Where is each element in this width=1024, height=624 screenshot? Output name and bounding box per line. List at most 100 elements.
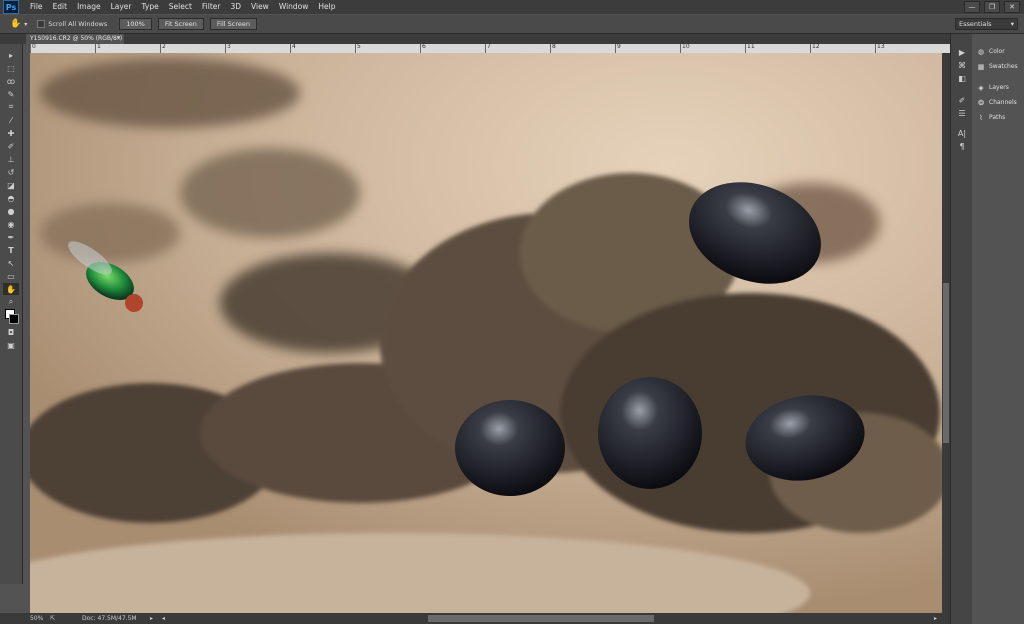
vertical-scroll-thumb[interactable] xyxy=(943,283,949,443)
brush-presets-icon[interactable]: ✐ xyxy=(954,94,970,106)
ruler-label: 13 xyxy=(877,43,885,50)
panel-paths[interactable]: ⌇ Paths xyxy=(972,110,1024,125)
brush-tool-icon[interactable]: ✐ xyxy=(3,140,19,152)
ruler-label: 8 xyxy=(552,43,556,50)
ruler-tick xyxy=(95,44,96,53)
properties-icon[interactable]: ☰ xyxy=(954,107,970,119)
menu-type[interactable]: Type xyxy=(137,0,164,14)
ruler-label: 5 xyxy=(357,43,361,50)
adjustments-icon[interactable]: ◧ xyxy=(954,72,970,84)
paragraph-icon[interactable]: ¶ xyxy=(954,140,970,152)
app-logo: Ps xyxy=(3,0,19,14)
restore-button[interactable]: ❐ xyxy=(984,1,1000,13)
lasso-tool-icon[interactable]: ꝏ xyxy=(3,75,19,87)
move-tool-icon[interactable]: ▸ xyxy=(3,49,19,61)
crop-tool-icon[interactable]: ⌗ xyxy=(3,101,19,113)
menu-3d[interactable]: 3D xyxy=(225,0,246,14)
panel-swatches[interactable]: ▦ Swatches xyxy=(972,59,1024,74)
zoom-tool-icon[interactable]: ⌕ xyxy=(3,296,19,308)
workspace-switcher[interactable]: Essentials ▾ xyxy=(955,18,1018,30)
document-canvas[interactable] xyxy=(30,53,942,613)
status-menu-icon[interactable]: ▸ xyxy=(150,613,153,624)
quick-mask-icon[interactable]: ◘ xyxy=(3,326,19,338)
ruler-label: 3 xyxy=(227,43,231,50)
menu-help[interactable]: Help xyxy=(313,0,340,14)
document-tab[interactable]: Y1S0916.CR2 @ 50% (RGB/8*) × xyxy=(26,34,124,44)
dodge-tool-icon[interactable]: ◉ xyxy=(3,218,19,230)
eyedropper-tool-icon[interactable]: ⁄ xyxy=(3,114,19,126)
ruler-tick xyxy=(485,44,486,53)
close-button[interactable]: ✕ xyxy=(1004,1,1020,13)
panel-layers[interactable]: ◈ Layers xyxy=(972,80,1024,95)
panel-swatches-label: Swatches xyxy=(989,63,1018,70)
swatches-icon: ▦ xyxy=(977,62,985,71)
close-tab-icon[interactable]: × xyxy=(116,34,121,44)
ruler-label: 7 xyxy=(487,43,491,50)
ruler-tick xyxy=(225,44,226,53)
tool-preset-dropdown-icon[interactable]: ▾ xyxy=(24,21,27,28)
ruler-label: 0 xyxy=(32,43,36,50)
scroll-right-icon[interactable]: ▸ xyxy=(934,613,937,624)
history-brush-tool-icon[interactable]: ↺ xyxy=(3,166,19,178)
document-tab-title: Y1S0916.CR2 @ 50% (RGB/8*) xyxy=(30,35,123,42)
fit-screen-button[interactable]: Fit Screen xyxy=(157,18,204,30)
menu-layer[interactable]: Layer xyxy=(106,0,137,14)
menu-filter[interactable]: Filter xyxy=(197,0,226,14)
ruler-label: 10 xyxy=(682,43,690,50)
eraser-tool-icon[interactable]: ◪ xyxy=(3,179,19,191)
fill-screen-button[interactable]: Fill Screen xyxy=(209,18,258,30)
menu-edit[interactable]: Edit xyxy=(48,0,73,14)
history-icon[interactable]: ⌘ xyxy=(954,59,970,71)
character-icon[interactable]: A| xyxy=(954,127,970,139)
ruler-tick xyxy=(615,44,616,53)
paint-bucket-tool-icon[interactable]: ◓ xyxy=(3,192,19,204)
panel-dock-icons: ▶ ⌘ ◧ ✐ ☰ A| ¶ xyxy=(950,34,974,624)
ruler-tick xyxy=(680,44,681,53)
menu-file[interactable]: File xyxy=(25,0,48,14)
ruler-label: 11 xyxy=(747,43,755,50)
vertical-scrollbar[interactable] xyxy=(942,53,950,613)
healing-brush-tool-icon[interactable]: ✚ xyxy=(3,127,19,139)
rectangle-tool-icon[interactable]: ▭ xyxy=(3,270,19,282)
ruler-tick xyxy=(745,44,746,53)
blur-tool-icon[interactable]: ● xyxy=(3,205,19,217)
minimize-button[interactable]: — xyxy=(964,1,980,13)
layers-icon: ◈ xyxy=(978,83,984,92)
quick-selection-tool-icon[interactable]: ✎ xyxy=(3,88,19,100)
type-tool-icon[interactable]: T xyxy=(3,244,19,256)
screen-mode-icon[interactable]: ▣ xyxy=(3,339,19,351)
play-icon[interactable]: ▶ xyxy=(954,46,970,58)
scroll-all-windows-checkbox[interactable] xyxy=(37,20,46,28)
horizontal-scroll-thumb[interactable] xyxy=(428,615,654,622)
zoom-level[interactable]: 50% xyxy=(30,613,43,624)
pen-tool-icon[interactable]: ✒ xyxy=(3,231,19,243)
color-icon: ◍ xyxy=(977,47,985,56)
workspace-label: Essentials xyxy=(959,20,992,28)
menu-window[interactable]: Window xyxy=(274,0,314,14)
ruler-label: 1 xyxy=(97,43,101,50)
menu-view[interactable]: View xyxy=(246,0,274,14)
panel-color[interactable]: ◍ Color xyxy=(972,44,1024,59)
hand-tool-icon[interactable]: ✋ xyxy=(3,283,19,295)
ruler-tick xyxy=(875,44,876,53)
scroll-all-windows-label: Scroll All Windows xyxy=(48,20,108,28)
panel-color-label: Color xyxy=(989,48,1005,55)
ruler-tick xyxy=(290,44,291,53)
share-icon[interactable]: ⇱ xyxy=(50,613,55,624)
channels-icon: ❂ xyxy=(978,98,984,107)
menu-select[interactable]: Select xyxy=(164,0,197,14)
document-size: Doc: 47.5M/47.5M xyxy=(82,615,137,622)
panel-channels[interactable]: ❂ Channels xyxy=(972,95,1024,110)
ruler-label: 6 xyxy=(422,43,426,50)
ruler-tick xyxy=(30,44,31,53)
zoom-100-button[interactable]: 100% xyxy=(119,18,152,30)
paths-icon: ⌇ xyxy=(979,113,983,122)
path-selection-tool-icon[interactable]: ↖ xyxy=(3,257,19,269)
marquee-tool-icon[interactable]: ⬚ xyxy=(3,62,19,74)
hand-tool-icon[interactable]: ✋ xyxy=(10,19,21,29)
window-controls: — ❐ ✕ xyxy=(964,1,1020,13)
clone-stamp-tool-icon[interactable]: ⊥ xyxy=(3,153,19,165)
menu-image[interactable]: Image xyxy=(72,0,106,14)
color-swatches-icon[interactable] xyxy=(3,309,19,325)
scroll-left-icon[interactable]: ◂ xyxy=(162,613,165,624)
